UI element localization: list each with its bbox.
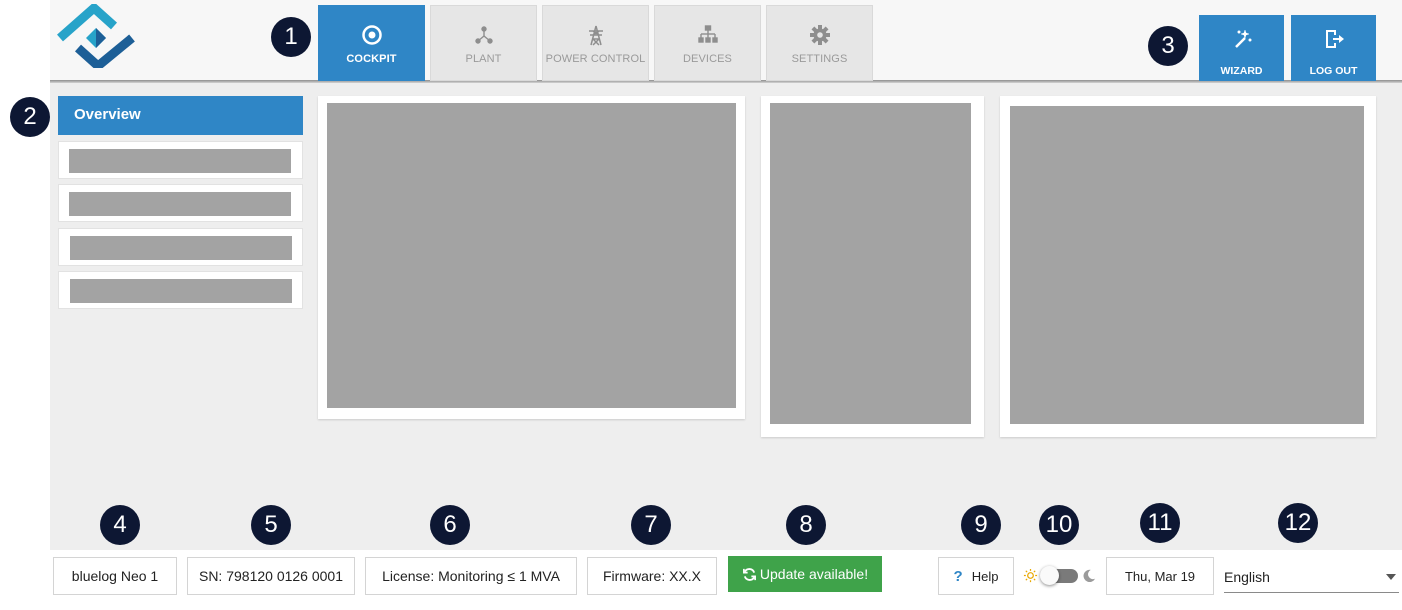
firmware-version: Firmware: XX.X (587, 557, 717, 595)
tab-plant[interactable]: PLANT (430, 5, 537, 81)
cockpit-target-icon (361, 24, 383, 46)
wizard-button[interactable]: WIZARD (1199, 15, 1284, 81)
marker-badge: 5 (251, 505, 291, 545)
help-button[interactable]: ? Help (938, 557, 1014, 595)
tab-power-control[interactable]: POWER CONTROL (542, 5, 649, 81)
marker-badge: 10 (1039, 505, 1079, 545)
language-value: English (1224, 569, 1270, 585)
theme-toggle[interactable] (1040, 566, 1078, 585)
tab-cockpit[interactable]: COCKPIT (318, 5, 425, 81)
question-icon: ? (953, 567, 963, 585)
refresh-icon (742, 567, 757, 582)
widget-card (1000, 96, 1376, 437)
wizard-label: WIZARD (1220, 65, 1263, 77)
date-display: Thu, Mar 19 (1106, 557, 1214, 595)
sidebar-item-placeholder[interactable] (58, 271, 303, 309)
tab-label: COCKPIT (346, 53, 397, 65)
marker-badge: 8 (786, 505, 826, 545)
widget-placeholder (770, 103, 971, 424)
tab-settings[interactable]: SETTINGS (766, 5, 873, 81)
tab-label: SETTINGS (791, 53, 848, 65)
tab-label: POWER CONTROL (545, 53, 646, 65)
sidebar-item-placeholder[interactable] (58, 141, 303, 179)
chevron-down-icon (1386, 574, 1396, 580)
sun-icon (1023, 568, 1038, 583)
marker-badge: 1 (271, 17, 311, 57)
marker-badge: 6 (430, 505, 470, 545)
logout-door-icon (1323, 28, 1345, 53)
widget-card (318, 96, 745, 419)
widget-placeholder (1010, 106, 1364, 424)
license-info: License: Monitoring ≤ 1 MVA (365, 557, 577, 595)
widget-card (761, 96, 984, 437)
logout-button[interactable]: LOG OUT (1291, 15, 1376, 81)
marker-badge: 7 (631, 505, 671, 545)
moon-icon (1082, 569, 1096, 583)
power-pylon-icon (585, 24, 607, 46)
tab-label: DEVICES (683, 53, 732, 65)
marker-badge: 9 (961, 505, 1001, 545)
gear-icon (809, 24, 831, 46)
sidebar-item-placeholder[interactable] (58, 228, 303, 266)
plant-nodes-icon (473, 24, 495, 46)
marker-badge: 2 (10, 97, 50, 137)
devices-hierarchy-icon (697, 24, 719, 46)
serial-number: SN: 798120 0126 0001 (187, 557, 355, 595)
device-name: bluelog Neo 1 (53, 557, 177, 595)
marker-badge: 11 (1140, 503, 1180, 543)
magic-wand-icon (1231, 28, 1253, 53)
logout-label: LOG OUT (1309, 65, 1358, 77)
marker-badge: 12 (1278, 503, 1318, 543)
marker-badge: 4 (100, 505, 140, 545)
language-select[interactable]: English (1224, 566, 1399, 593)
sidebar-item-overview[interactable]: Overview (58, 96, 303, 135)
widget-placeholder (327, 103, 736, 408)
update-label: Update available! (759, 566, 869, 582)
logo-icon[interactable] (56, 1, 136, 72)
help-label: Help (971, 568, 999, 584)
marker-badge: 3 (1148, 26, 1188, 66)
update-available-button[interactable]: Update available! (728, 556, 882, 592)
sidebar-item-placeholder[interactable] (58, 184, 303, 222)
toggle-knob (1040, 566, 1059, 585)
tab-devices[interactable]: DEVICES (654, 5, 761, 81)
tab-label: PLANT (465, 53, 502, 65)
